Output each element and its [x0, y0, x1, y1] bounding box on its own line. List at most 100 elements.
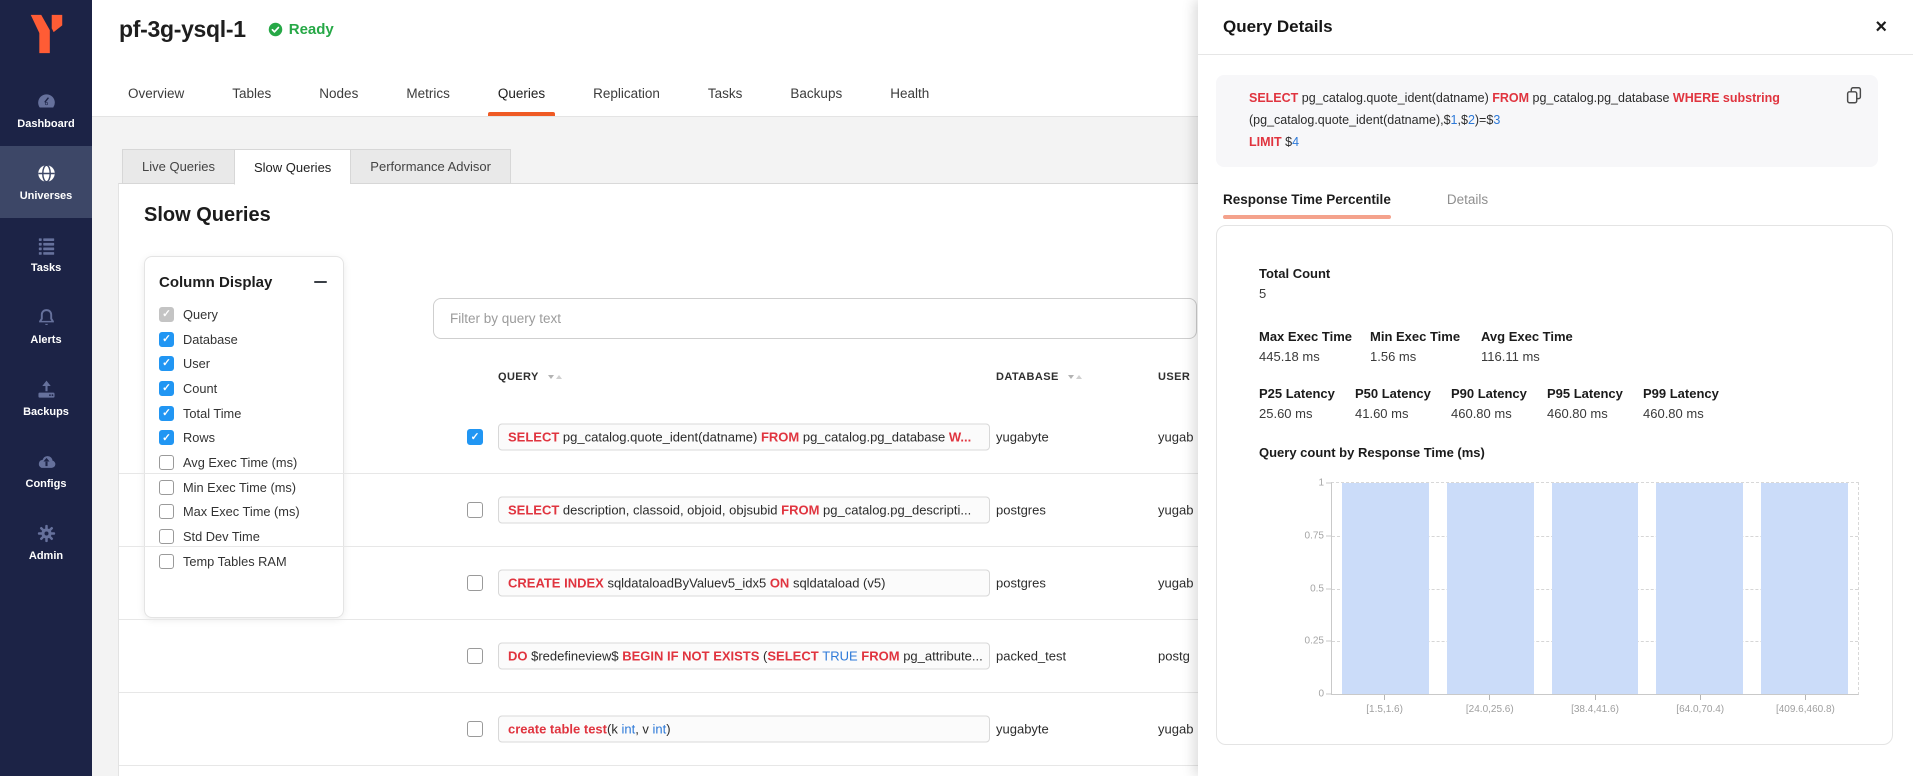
query-filter-input[interactable] [433, 298, 1197, 339]
subtab-live-queries[interactable]: Live Queries [122, 149, 234, 184]
tab-label: Metrics [406, 86, 450, 101]
list-icon [35, 234, 58, 257]
tab-tasks[interactable]: Tasks [706, 70, 745, 116]
page-title: pf-3g-ysql-1 [119, 16, 246, 43]
sidebar-item-universes[interactable]: Universes [0, 146, 92, 218]
query-cell[interactable]: DO $redefineview$ BEGIN IF NOT EXISTS (S… [498, 643, 990, 670]
tab-backups[interactable]: Backups [788, 70, 844, 116]
chart-bar [1656, 483, 1743, 694]
database-cell: yugabyte [996, 722, 1049, 737]
sql-token-kw: CREATE INDEX [508, 576, 607, 591]
tab-health[interactable]: Health [888, 70, 931, 116]
sql-token-b: int [653, 722, 667, 737]
sql-line: (pg_catalog.quote_ident(datname),$1,$2)=… [1249, 110, 1826, 132]
sidebar-item-tasks[interactable]: Tasks [0, 218, 92, 290]
column-header-label: USER [1158, 371, 1190, 383]
x-tick-label: [64.0,70.4) [1657, 695, 1744, 715]
stat-value: 460.80 ms [1547, 406, 1643, 421]
sidebar-item-dashboard[interactable]: Dashboard [0, 74, 92, 146]
close-icon[interactable]: × [1875, 17, 1887, 37]
y-tick-label: 0.5 [1284, 583, 1324, 594]
row-checkbox[interactable] [467, 648, 483, 664]
check-icon: ✓ [162, 334, 171, 345]
stat-label: P50 Latency [1355, 386, 1451, 401]
sidebar-item-backups[interactable]: Backups [0, 362, 92, 434]
sql-token-kw: ON [770, 576, 793, 591]
query-cell[interactable]: create table test(k int, v int) [498, 716, 990, 743]
sort-icons [1068, 375, 1082, 379]
chart-bar [1552, 483, 1639, 694]
sql-token-p: (pg_catalog.quote_ident(datname),$ [1249, 113, 1451, 127]
row-checkbox[interactable] [467, 502, 483, 518]
subtab-performance-advisor[interactable]: Performance Advisor [350, 149, 511, 184]
column-checkbox-user[interactable]: ✓ [159, 356, 174, 371]
sql-token-kw: SELECT [508, 503, 563, 518]
query-details-header: Query Details × [1198, 0, 1913, 55]
column-header-user[interactable]: USER [1158, 371, 1190, 383]
tab-tables[interactable]: Tables [230, 70, 273, 116]
sql-token-p: pg_catalog.pg_database [1533, 91, 1673, 105]
column-checkbox-query[interactable]: ✓ [159, 307, 174, 322]
subtab-label: Live Queries [142, 159, 215, 174]
sql-token-p: ,$ [1458, 113, 1468, 127]
database-cell: yugabyte [996, 430, 1049, 445]
sql-token-kw: DO [508, 649, 531, 664]
tab-nodes[interactable]: Nodes [317, 70, 360, 116]
sidebar-item-configs[interactable]: Configs [0, 434, 92, 506]
yugabyte-logo-icon[interactable] [0, 8, 92, 60]
sort-icons [548, 375, 562, 379]
sidebar-item-alerts[interactable]: Alerts [0, 290, 92, 362]
sidebar-item-label: Alerts [30, 334, 61, 346]
sql-token-kw: BEGIN IF NOT EXISTS [622, 649, 763, 664]
stat-value: 116.11 ms [1481, 349, 1592, 364]
bell-icon [35, 306, 58, 329]
stat-min-exec-time: Min Exec Time1.56 ms [1370, 329, 1481, 364]
sidebar-item-label: Backups [23, 406, 69, 418]
cloud-upload-icon [35, 450, 58, 473]
sql-token-kw: create table test [508, 722, 607, 737]
x-tick-label: [409.6,460.8) [1762, 695, 1849, 715]
sql-token-kw: FROM [761, 430, 803, 445]
details-tab-response-time-percentile[interactable]: Response Time Percentile [1223, 192, 1391, 219]
row-checkbox[interactable]: ✓ [467, 429, 483, 445]
sidebar-item-admin[interactable]: Admin [0, 506, 92, 578]
column-header-database[interactable]: DATABASE [996, 371, 1082, 383]
tab-replication[interactable]: Replication [591, 70, 662, 116]
row-checkbox[interactable] [467, 721, 483, 737]
details-tab-details[interactable]: Details [1447, 192, 1488, 207]
tab-label: Queries [498, 86, 545, 101]
column-checkbox-database[interactable]: ✓ [159, 332, 174, 347]
x-tick-text: [409.6,460.8) [1762, 704, 1849, 715]
sql-token-kw: WHERE substring [1673, 91, 1780, 105]
tab-overview[interactable]: Overview [126, 70, 186, 116]
active-tab-underline [488, 112, 555, 116]
chart-bars [1332, 483, 1858, 694]
sidebar-item-label: Admin [29, 550, 63, 562]
app-root: DashboardUniversesTasksAlertsBackupsConf… [0, 0, 1913, 776]
sql-token-b: 1 [1451, 113, 1458, 127]
query-cell[interactable]: CREATE INDEX sqldataloadByValuev5_idx5 O… [498, 570, 990, 597]
sql-token-p: ) [666, 722, 670, 737]
stat-value: 460.80 ms [1451, 406, 1547, 421]
active-tab-underline [1223, 215, 1391, 219]
column-option-database[interactable]: ✓Database [159, 327, 329, 352]
x-tick-text: [24.0,25.6) [1446, 704, 1533, 715]
collapse-button[interactable] [311, 273, 329, 291]
y-tick-label: 0.25 [1284, 636, 1324, 647]
query-cell[interactable]: SELECT pg_catalog.quote_ident(datname) F… [498, 424, 990, 451]
tab-queries[interactable]: Queries [496, 70, 547, 116]
subtab-slow-queries[interactable]: Slow Queries [234, 149, 350, 185]
column-option-query[interactable]: ✓ Query [159, 302, 329, 327]
stat-value: 445.18 ms [1259, 349, 1370, 364]
tab-label: Health [890, 86, 929, 101]
column-header-query[interactable]: QUERY [498, 371, 562, 383]
x-tick-mark [1384, 695, 1385, 700]
column-option-label: Query [183, 307, 218, 322]
sql-token-p: pg_catalog.pg_descripti... [823, 503, 971, 518]
query-cell[interactable]: SELECT description, classoid, objoid, ob… [498, 497, 990, 524]
row-checkbox[interactable] [467, 575, 483, 591]
tab-metrics[interactable]: Metrics [404, 70, 452, 116]
copy-icon[interactable] [1844, 85, 1866, 107]
x-tick-label: [38.4,41.6) [1551, 695, 1638, 715]
sql-box: SELECT pg_catalog.quote_ident(datname) F… [1216, 75, 1878, 167]
